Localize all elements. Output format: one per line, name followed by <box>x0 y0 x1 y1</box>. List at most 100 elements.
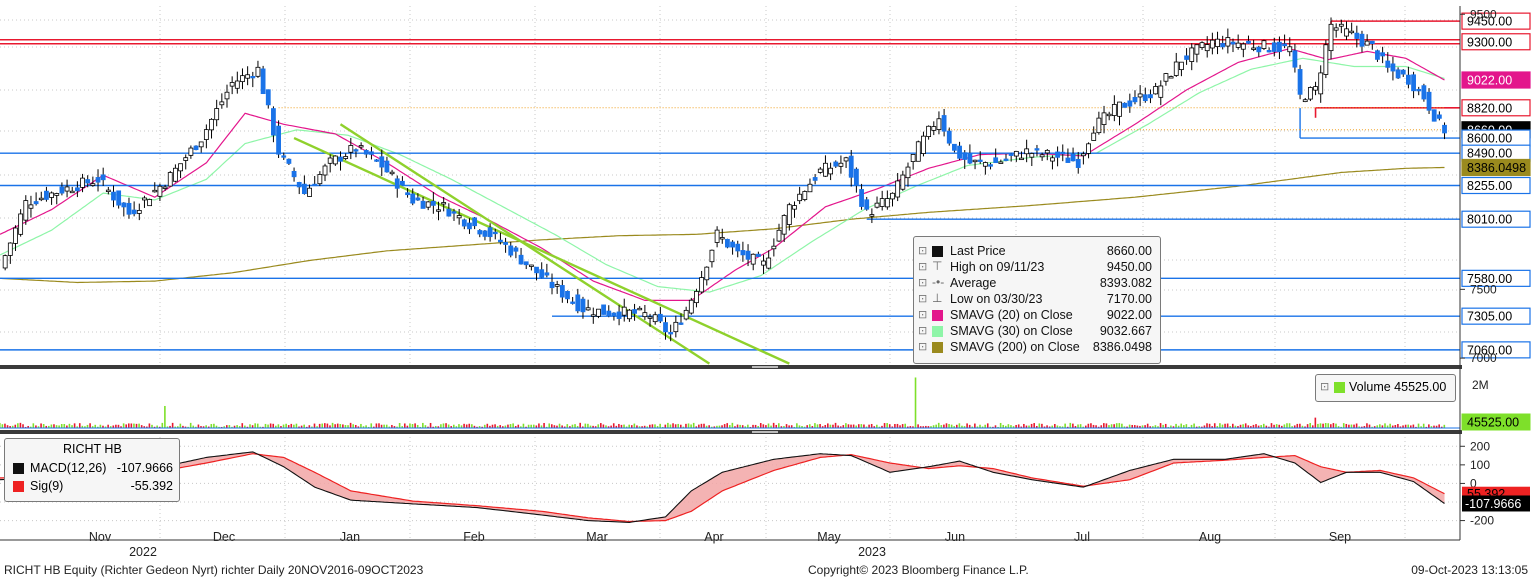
volume-bar <box>1121 423 1123 428</box>
collapse-icon[interactable]: ⊡ <box>918 260 927 273</box>
month-label: Aug <box>1199 530 1221 544</box>
volume-bar <box>440 424 442 428</box>
volume-bar <box>674 424 677 428</box>
signal-swatch <box>13 481 24 492</box>
volume-bar <box>785 424 788 428</box>
legend-label: SMAVG (30) on Close <box>950 324 1073 338</box>
volume-bar <box>597 424 600 428</box>
candle-up <box>1039 154 1045 158</box>
volume-bar <box>1345 423 1348 428</box>
volume-bar <box>171 422 174 428</box>
collapse-icon[interactable]: ⊡ <box>918 308 927 321</box>
candle-up <box>786 204 792 225</box>
candle-up <box>1225 37 1231 47</box>
volume-bar <box>860 424 863 428</box>
candle-up <box>761 260 766 266</box>
candle-up <box>1111 104 1117 116</box>
volume-bar <box>894 423 896 428</box>
volume-bar <box>197 424 200 428</box>
candle-down <box>1122 102 1128 108</box>
volume-bar <box>896 423 899 428</box>
candle-up <box>1215 38 1220 48</box>
month-label: Feb <box>463 530 485 544</box>
candle-up <box>255 66 261 77</box>
candle-down <box>1230 41 1236 45</box>
candle-up <box>343 156 349 159</box>
collapse-icon[interactable]: ⊡ <box>918 244 927 257</box>
volume-tick-label: 2M <box>1472 378 1489 392</box>
volume-swatch <box>1334 382 1345 393</box>
trend-channel-line <box>293 136 790 365</box>
candle-up <box>910 154 916 162</box>
pane-separators <box>0 365 1462 434</box>
candle-down <box>1271 42 1277 52</box>
volume-legend[interactable]: ⊡ Volume 45525.00 <box>1315 374 1456 402</box>
legend-value: 9450.00 <box>1106 260 1152 274</box>
volume-bar <box>762 424 765 428</box>
price-legend[interactable]: ⊡ Last Price 8660.00 ⊡ ⊤ High on 09/11/23 9450… <box>913 236 1161 364</box>
candle-up <box>1173 61 1179 76</box>
candle-down <box>1220 43 1226 48</box>
macd-legend[interactable]: RICHT HB MACD(12,26) -107.9666 Sig(9) -5… <box>4 438 180 502</box>
candle-down <box>487 227 493 238</box>
volume-bar <box>486 423 489 428</box>
candle-up <box>183 157 189 161</box>
volume-bar <box>1355 423 1358 428</box>
candle-down <box>353 149 359 152</box>
candle-up <box>1261 40 1267 49</box>
candle-down <box>100 174 106 181</box>
volume-bar <box>700 423 703 428</box>
volume-bar <box>633 423 636 428</box>
candle-up <box>1101 112 1107 125</box>
candle-up <box>766 257 772 269</box>
collapse-icon[interactable]: ⊡ <box>918 276 927 289</box>
month-label: Dec <box>213 530 235 544</box>
candle-up <box>688 299 694 314</box>
candle-down <box>250 75 256 79</box>
volume-bar <box>703 423 705 428</box>
candle-up <box>1106 113 1112 117</box>
volume-bar <box>269 423 272 428</box>
volume-bar <box>834 422 837 428</box>
month-label: Jan <box>340 530 360 544</box>
volume-bar <box>522 423 525 428</box>
collapse-icon[interactable]: ⊡ <box>918 292 927 305</box>
candle-up <box>456 215 462 219</box>
candle-down <box>1385 60 1391 68</box>
volume-bar <box>50 424 53 428</box>
candle-down <box>508 245 514 256</box>
candle-up <box>245 74 251 79</box>
candle-down <box>1431 109 1437 122</box>
pane-divider <box>0 430 1462 434</box>
candle-down <box>301 183 307 195</box>
volume-bar <box>847 424 850 428</box>
candle-down <box>632 309 637 314</box>
volume-bar <box>1270 423 1273 428</box>
candle-up <box>38 197 44 201</box>
volume-bar <box>1103 423 1105 428</box>
volume-bar <box>445 423 447 428</box>
candle-up <box>142 197 147 201</box>
volume-bar <box>937 422 940 428</box>
candle-up <box>792 205 797 210</box>
legend-row: ⊡ SMAVG (30) on Close 9032.667 <box>918 324 1152 340</box>
volume-bar <box>324 423 326 428</box>
candle-up <box>1050 157 1055 162</box>
collapse-icon[interactable]: ⊡ <box>918 324 927 337</box>
candle-down <box>513 247 519 252</box>
candle-up <box>585 307 591 311</box>
avg-marker-icon: -•- <box>932 275 945 289</box>
sma200-series <box>0 166 1445 284</box>
volume-bar <box>1389 423 1391 428</box>
collapse-icon[interactable]: ⊡ <box>1320 380 1329 393</box>
volume-bar <box>1023 423 1025 428</box>
volume-bar <box>543 422 545 428</box>
volume-bar <box>1226 423 1229 428</box>
candle-up <box>699 277 705 293</box>
candle-down <box>415 197 421 201</box>
collapse-icon[interactable]: ⊡ <box>918 340 927 353</box>
month-label: Jul <box>1074 530 1090 544</box>
volume-bar <box>974 423 976 428</box>
volume-bar <box>130 423 133 428</box>
candle-up <box>921 135 926 154</box>
